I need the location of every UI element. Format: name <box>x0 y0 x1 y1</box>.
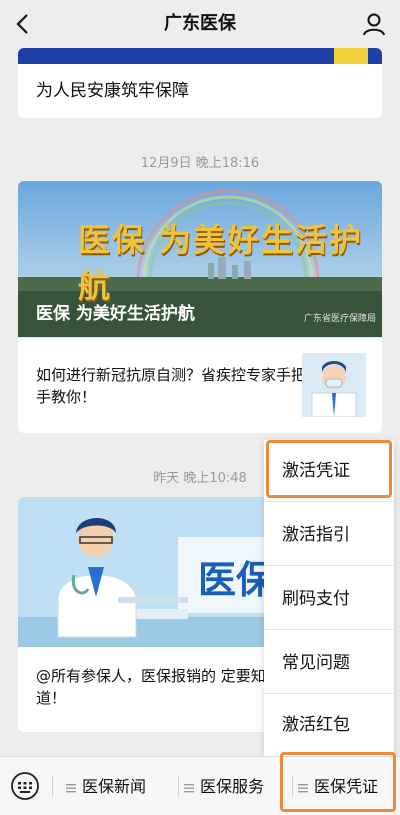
profile-icon[interactable] <box>360 10 388 38</box>
highlight-box <box>280 752 396 812</box>
article-card[interactable]: 医保 为美好生活护航 医保 为美好生活护航 广东省医疗保障局 如何进行新冠抗原自… <box>18 181 382 433</box>
article-subtitle[interactable]: @所有参保人，医保报销的 定要知道！ <box>36 665 276 709</box>
highlight-box <box>266 440 392 498</box>
menu-item-activation-guide[interactable]: 激活指引 <box>264 504 394 566</box>
tab-medical-services[interactable]: 医保服务 <box>184 757 264 815</box>
message-card[interactable]: 为人民安康筑牢保障 <box>18 48 382 118</box>
message-title: 为人民安康筑牢保障 <box>36 81 189 101</box>
banner-text: 医保 <box>198 558 275 602</box>
menu-item-activation-red-packet[interactable]: 激活红包 <box>264 694 394 756</box>
banner-calligraphy: 医保 为美好生活护航 <box>78 221 364 305</box>
timestamp: 12月9日 晚上18:16 <box>140 156 260 171</box>
menu-item-scan-pay[interactable]: 刷码支付 <box>264 568 394 630</box>
menu-lines-icon <box>66 783 76 792</box>
tab-medical-news[interactable]: 医保新闻 <box>66 757 146 815</box>
menu-lines-icon <box>184 783 194 792</box>
tab-label: 医保新闻 <box>82 777 147 796</box>
tab-label: 医保服务 <box>200 777 265 796</box>
menu-item-faq[interactable]: 常见问题 <box>264 632 394 694</box>
top-bar: 广东医保 <box>0 0 400 48</box>
keyboard-icon[interactable] <box>10 771 40 801</box>
doctor-thumbnail-image <box>302 353 366 417</box>
article-subtitle[interactable]: 如何进行新冠抗原自测？省疾控专家手把手教你！ <box>36 364 306 408</box>
card-image-strip <box>18 48 382 64</box>
page-title: 广东医保 <box>164 13 236 34</box>
publisher-logo: 广东省医疗保障局 <box>303 314 376 324</box>
article-headline: 医保 为美好生活护航 <box>36 304 195 324</box>
